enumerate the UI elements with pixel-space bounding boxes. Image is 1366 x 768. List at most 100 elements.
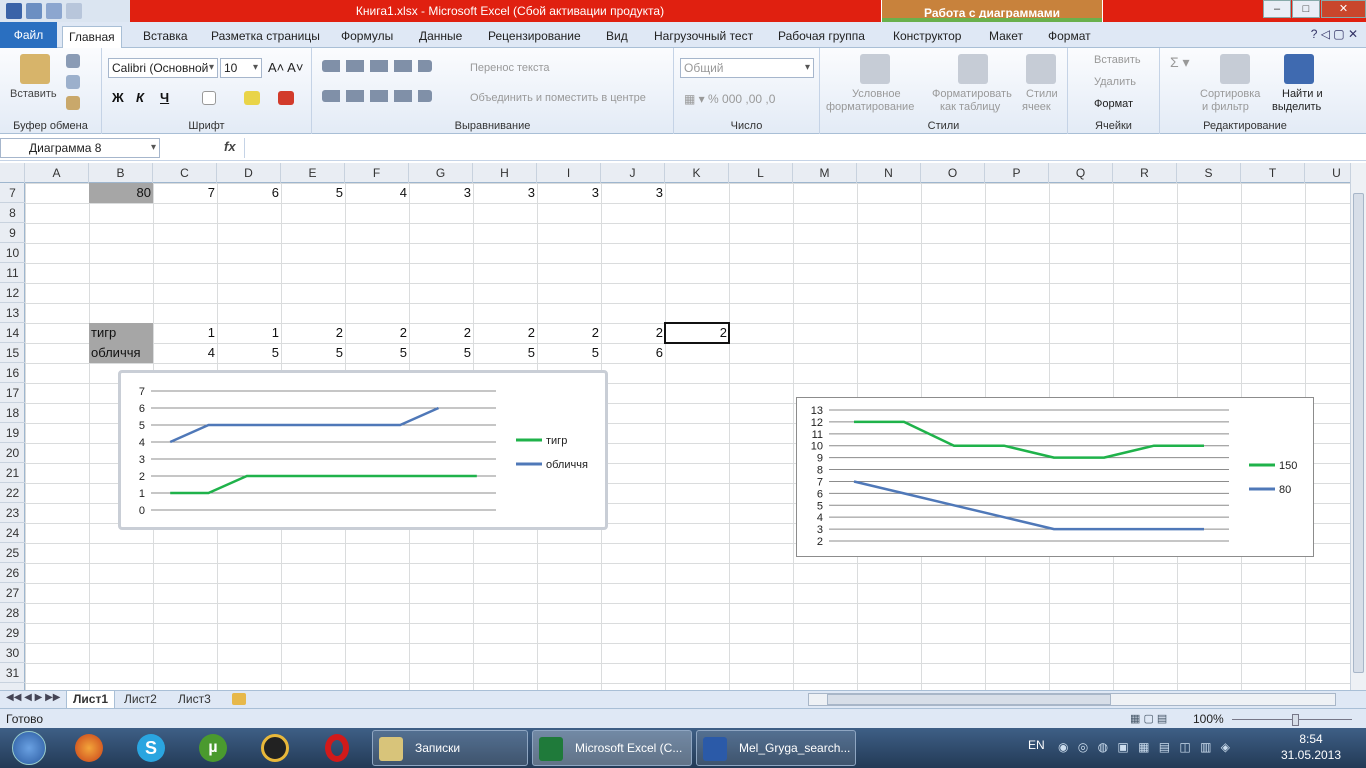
- column-header-g[interactable]: G: [409, 163, 473, 183]
- select-all-corner[interactable]: [0, 163, 25, 183]
- save-icon[interactable]: [26, 3, 42, 19]
- cell-d14[interactable]: 1: [217, 323, 281, 343]
- underline-button[interactable]: Ч: [160, 90, 169, 105]
- row-header-8[interactable]: 8: [0, 203, 25, 223]
- tray-icons[interactable]: ◉ ◎ ◍ ▣ ▦ ▤ ◫ ▥ ◈: [1058, 740, 1233, 754]
- cell-f14[interactable]: 2: [345, 323, 409, 343]
- row-header-25[interactable]: 25: [0, 543, 25, 563]
- close-button[interactable]: ✕: [1321, 0, 1366, 18]
- row-header-28[interactable]: 28: [0, 603, 25, 623]
- skype-icon[interactable]: S: [132, 731, 170, 765]
- cell-h15[interactable]: 5: [473, 343, 537, 363]
- maximize-button[interactable]: □: [1292, 0, 1320, 18]
- redo-icon[interactable]: [66, 3, 82, 19]
- column-header-q[interactable]: Q: [1049, 163, 1113, 183]
- cell-b15[interactable]: обличчя: [89, 343, 153, 363]
- column-header-m[interactable]: M: [793, 163, 857, 183]
- paste-icon[interactable]: [20, 54, 50, 84]
- formula-input[interactable]: [244, 138, 1344, 158]
- cell-j15[interactable]: 6: [601, 343, 665, 363]
- insert-cells-button[interactable]: Вставить: [1094, 54, 1141, 66]
- cell-b7[interactable]: 80: [89, 183, 153, 203]
- autosum-icon[interactable]: Σ ▾: [1170, 54, 1190, 71]
- chart-1[interactable]: 0 1 2 3 4 5 6 7 тигр обличчя: [118, 370, 608, 530]
- taskbar-excel[interactable]: Microsoft Excel (C...: [532, 730, 692, 766]
- tab-view[interactable]: Вид: [600, 26, 634, 48]
- row-header-12[interactable]: 12: [0, 283, 25, 303]
- cell-i7[interactable]: 3: [537, 183, 601, 203]
- column-header-d[interactable]: D: [217, 163, 281, 183]
- format-table-label-1[interactable]: Форматировать: [932, 88, 1012, 100]
- start-button[interactable]: [4, 731, 54, 765]
- italic-button[interactable]: К: [136, 90, 144, 105]
- row-header-31[interactable]: 31: [0, 663, 25, 683]
- clock-date[interactable]: 31.05.2013: [1276, 748, 1346, 762]
- fx-icon[interactable]: fx: [224, 139, 236, 154]
- scroll-thumb[interactable]: [1353, 193, 1364, 673]
- worksheet-grid[interactable]: 80 7 6 5 4 3 3 3 3 тигр 1 1 2 2 2 2 2 2 …: [25, 183, 1350, 690]
- number-format-icons[interactable]: ▦ ▾ % 000 ,00 ,0: [684, 92, 775, 106]
- help-icon[interactable]: ? ◁ ▢ ✕: [1311, 27, 1358, 41]
- cell-f7[interactable]: 4: [345, 183, 409, 203]
- horizontal-scrollbar[interactable]: [808, 693, 1336, 706]
- tab-data[interactable]: Данные: [413, 26, 468, 48]
- font-name-select[interactable]: Calibri (Основной: [108, 58, 218, 78]
- cell-e7[interactable]: 5: [281, 183, 345, 203]
- row-header-21[interactable]: 21: [0, 463, 25, 483]
- cell-d7[interactable]: 6: [217, 183, 281, 203]
- row-header-17[interactable]: 17: [0, 383, 25, 403]
- row-header-29[interactable]: 29: [0, 623, 25, 643]
- cell-h7[interactable]: 3: [473, 183, 537, 203]
- cell-b14[interactable]: тигр: [89, 323, 153, 343]
- name-box[interactable]: Диаграмма 8: [0, 138, 160, 158]
- cell-e15[interactable]: 5: [281, 343, 345, 363]
- cell-i14[interactable]: 2: [537, 323, 601, 343]
- conditional-format-label-1[interactable]: Условное: [852, 88, 901, 100]
- column-header-t[interactable]: T: [1241, 163, 1305, 183]
- tab-review[interactable]: Рецензирование: [482, 26, 587, 48]
- tab-format[interactable]: Формат: [1042, 26, 1097, 48]
- view-mode-icons[interactable]: ▦ ▢ ▤: [1130, 712, 1167, 725]
- row-header-11[interactable]: 11: [0, 263, 25, 283]
- row-header-16[interactable]: 16: [0, 363, 25, 383]
- zoom-level[interactable]: 100%: [1193, 712, 1224, 726]
- wrap-text-button[interactable]: Перенос текста: [470, 62, 550, 74]
- row-header-23[interactable]: 23: [0, 503, 25, 523]
- column-header-s[interactable]: S: [1177, 163, 1241, 183]
- column-header-b[interactable]: B: [89, 163, 153, 183]
- vertical-scrollbar[interactable]: [1350, 163, 1366, 690]
- cell-g15[interactable]: 5: [409, 343, 473, 363]
- format-table-label-2[interactable]: как таблицу: [940, 101, 1000, 113]
- fill-color-icon[interactable]: [244, 91, 260, 105]
- align-icons[interactable]: [322, 60, 432, 72]
- paste-button[interactable]: Вставить: [10, 88, 57, 100]
- undo-icon[interactable]: [46, 3, 62, 19]
- cell-c14[interactable]: 1: [153, 323, 217, 343]
- utorrent-icon[interactable]: µ: [194, 731, 232, 765]
- sheet-tab-2[interactable]: Лист2: [118, 691, 163, 709]
- taskbar-notes[interactable]: Записки: [372, 730, 528, 766]
- firefox-icon[interactable]: [70, 731, 108, 765]
- zoom-slider-thumb[interactable]: [1292, 714, 1299, 726]
- format-painter-icon[interactable]: [66, 96, 80, 110]
- column-header-f[interactable]: F: [345, 163, 409, 183]
- row-header-7[interactable]: 7: [0, 183, 25, 203]
- conditional-format-icon[interactable]: [860, 54, 890, 84]
- language-indicator[interactable]: EN: [1028, 738, 1045, 752]
- row-header-30[interactable]: 30: [0, 643, 25, 663]
- number-format-select[interactable]: Общий: [680, 58, 814, 78]
- find-select-label-2[interactable]: выделить: [1272, 101, 1321, 113]
- binoculars-icon[interactable]: [1284, 54, 1314, 84]
- row-header-9[interactable]: 9: [0, 223, 25, 243]
- cell-g7[interactable]: 3: [409, 183, 473, 203]
- row-header-10[interactable]: 10: [0, 243, 25, 263]
- cell-h14[interactable]: 2: [473, 323, 537, 343]
- taskbar-word[interactable]: Mel_Gryga_search...: [696, 730, 856, 766]
- cell-g14[interactable]: 2: [409, 323, 473, 343]
- font-size-select[interactable]: 10: [220, 58, 262, 78]
- tab-page-layout[interactable]: Разметка страницы: [205, 26, 326, 48]
- chart-2[interactable]: 2 3 4 5 6 7 8 9 10 11 12 13 150 80: [796, 397, 1314, 557]
- tab-load-test[interactable]: Нагрузочный тест: [648, 26, 759, 48]
- cell-c7[interactable]: 7: [153, 183, 217, 203]
- daemon-tools-icon[interactable]: [256, 731, 294, 765]
